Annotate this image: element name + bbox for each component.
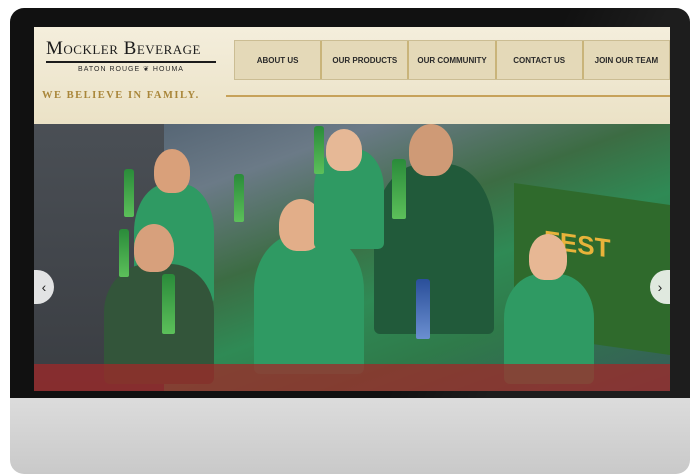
site-header: Mockler Beverage BATON ROUGE ❦ HOUMA ABO… (34, 27, 670, 124)
logo-name: Mockler Beverage (46, 38, 216, 63)
chevron-right-icon: › (657, 279, 663, 295)
bottle (124, 169, 134, 217)
nav-join-our-team[interactable]: JOIN OUR TEAM (584, 41, 669, 79)
site-logo[interactable]: Mockler Beverage BATON ROUGE ❦ HOUMA (46, 38, 216, 73)
nav-our-community[interactable]: OUR COMMUNITY (409, 41, 497, 79)
nav-contact-us[interactable]: CONTACT US (497, 41, 584, 79)
main-nav: ABOUT US OUR PRODUCTS OUR COMMUNITY CONT… (234, 40, 670, 80)
hero-bottom-band (34, 364, 670, 391)
tagline-divider (226, 95, 670, 97)
person-shirt (254, 234, 364, 374)
hero-photo: FEST ‹ › (34, 124, 670, 391)
tagline: WE BELIEVE IN FAMILY. (42, 90, 200, 101)
monitor-chin (10, 398, 690, 474)
bottle (314, 126, 324, 174)
bottle (119, 229, 129, 277)
person-face (326, 129, 362, 171)
person-face (409, 124, 453, 176)
nav-our-products[interactable]: OUR PRODUCTS (322, 41, 410, 79)
hero-crowd (74, 124, 594, 384)
bottle (416, 279, 430, 339)
bottle (392, 159, 406, 219)
chevron-left-icon: ‹ (41, 279, 47, 295)
person-face (134, 224, 174, 272)
bottle (162, 274, 175, 334)
logo-subtitle: BATON ROUGE ❦ HOUMA (78, 66, 184, 73)
bottle (234, 174, 244, 222)
person-face (529, 234, 567, 280)
person-face (154, 149, 190, 193)
nav-about-us[interactable]: ABOUT US (235, 41, 323, 79)
website-screen: Mockler Beverage BATON ROUGE ❦ HOUMA ABO… (34, 27, 670, 391)
